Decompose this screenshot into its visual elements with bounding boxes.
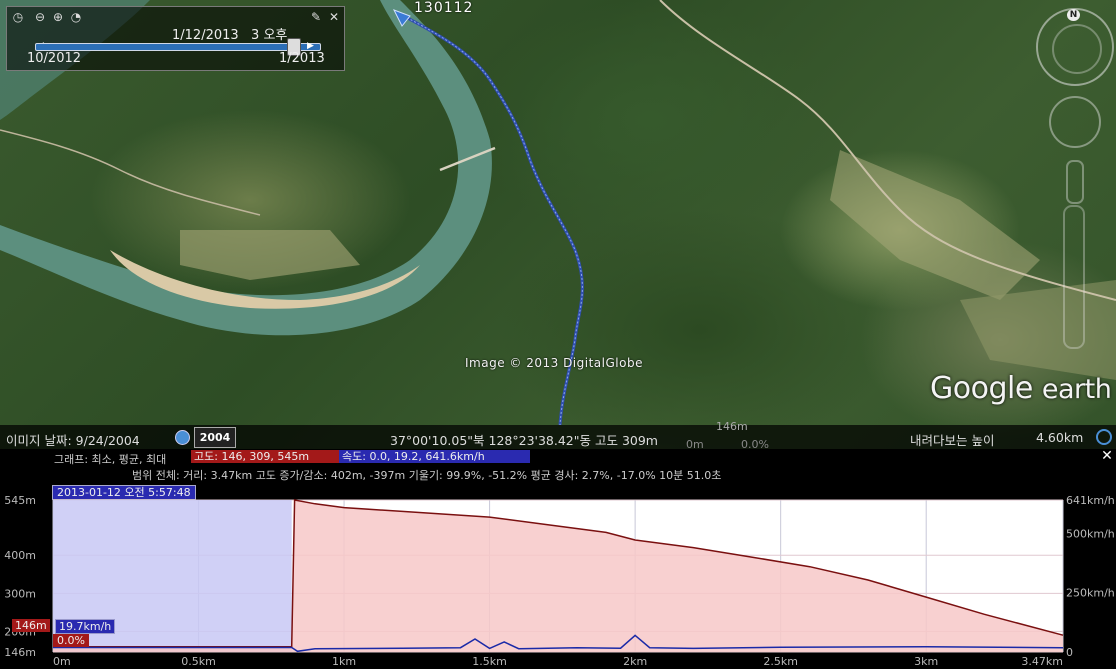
eye-altitude-value: 4.60km	[1036, 430, 1084, 445]
zoom-out-time-icon[interactable]: ⊖	[33, 10, 47, 24]
north-icon[interactable]: N	[1067, 9, 1080, 21]
time-slider-current: 1/12/2013 3 오후	[172, 28, 288, 43]
y-right-tick-label: 500km/h	[1066, 527, 1115, 540]
farmland-left	[180, 230, 360, 280]
farmland-lower-right	[960, 280, 1116, 380]
x-tick-label: 2.5km	[763, 655, 798, 668]
y-left-tick-label: 545m	[4, 494, 36, 507]
clock-icon[interactable]: ◷	[11, 10, 25, 24]
elevation-profile-panel: 그래프: 최소, 평균, 최대 고도: 146, 309, 545m 속도: 0…	[0, 449, 1116, 669]
logo-google-text: Google	[930, 371, 1033, 406]
zoom-in-time-icon[interactable]: ⊕	[51, 10, 65, 24]
x-tick-label: 0m	[53, 655, 71, 668]
zoom-slider[interactable]	[1063, 205, 1085, 349]
imagery-date: 이미지 날짜: 9/24/2004	[6, 433, 140, 448]
close-time-panel-icon[interactable]: ✕	[327, 10, 341, 24]
track-label: 130112	[414, 0, 474, 16]
ghost-altitude-label: 146m	[716, 420, 748, 433]
historical-imagery-icon[interactable]	[175, 430, 190, 445]
street-view-person-icon[interactable]	[1066, 160, 1084, 204]
time-slider-start: 10/2012	[27, 51, 82, 66]
y-left-tick-label: 400m	[4, 549, 36, 562]
y-right-tick-label: 0	[1066, 646, 1073, 659]
x-tick-label: 3km	[914, 655, 938, 668]
wrench-icon[interactable]: ✎	[309, 10, 323, 24]
eye-altitude-label: 내려다보는 높이	[910, 433, 995, 448]
y-right-tick-label: 250km/h	[1066, 587, 1115, 600]
cursor-altitude-label: 146m	[12, 619, 50, 632]
x-tick-label: 1km	[332, 655, 356, 668]
cursor-grade-label: 0.0%	[53, 634, 89, 647]
y-right-tick-label: 641km/h	[1066, 494, 1115, 507]
y-left-tick-label: 300m	[4, 587, 36, 600]
compass-ring[interactable]: N	[1036, 8, 1114, 86]
x-tick-label: 0.5km	[181, 655, 216, 668]
look-joystick[interactable]	[1049, 96, 1101, 148]
x-tick-label: 3.47km	[1021, 655, 1063, 668]
streaming-status-icon	[1096, 429, 1112, 445]
logo-earth-text: earth	[1041, 374, 1112, 405]
time-slider-panel: ◷ ⊖ ⊕ ◔ ✎ ✕ 1/12/2013 3 오후 ◀ ▶ 10/2012 1…	[6, 6, 345, 71]
elevation-chart[interactable]: 0m 0.5km 1km 1.5km 2km 2.5km 3km 3.47km 545m 400m…	[0, 449, 1116, 669]
x-tick-label: 2km	[623, 655, 647, 668]
step-forward-icon[interactable]: ▶	[307, 41, 314, 51]
cursor-speed-label: 19.7km/h	[55, 619, 116, 634]
road-2	[0, 129, 261, 216]
compass-inner-ring[interactable]	[1052, 24, 1102, 74]
time-slider-end: 1/2013	[279, 51, 325, 66]
imagery-year-badge[interactable]: 2004	[194, 427, 236, 448]
x-tick-label: 1.5km	[472, 655, 507, 668]
y-left-tick-label: 146m	[4, 646, 36, 659]
farmland-right	[830, 150, 1040, 300]
imagery-copyright: Image © 2013 DigitalGlobe	[465, 356, 643, 370]
satellite-map[interactable]: 130112 Image © 2013 DigitalGlobe Google …	[0, 0, 1116, 449]
cursor-coordinates: 37°00'10.05"북 128°23'38.42"동 고도 309m	[390, 433, 658, 448]
google-earth-logo: Google earth	[930, 371, 1112, 406]
time-slider-track[interactable]	[35, 43, 321, 51]
play-icon[interactable]: ◔	[69, 10, 83, 24]
status-bar: 이미지 날짜: 9/24/2004 37°00'10.05"북 128°23'3…	[0, 425, 1116, 449]
